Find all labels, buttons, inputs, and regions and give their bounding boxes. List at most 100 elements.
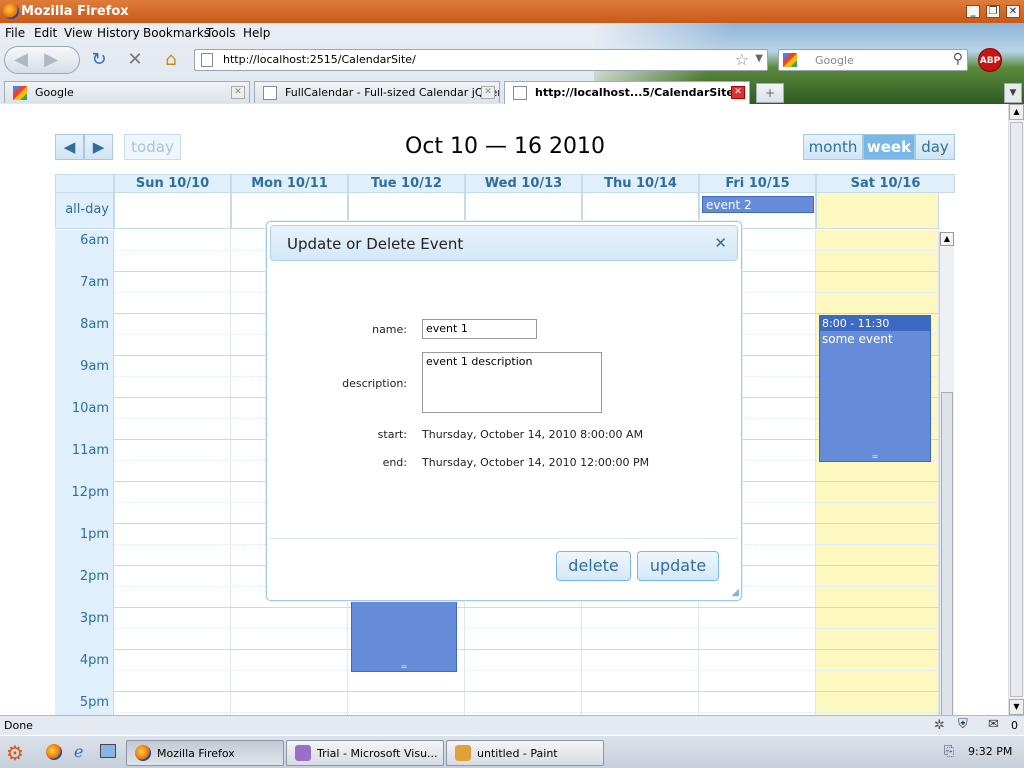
all-day-event[interactable]: event 2 <box>702 196 814 213</box>
maximize-button[interactable]: ❐ <box>986 5 1000 18</box>
resize-handle[interactable]: = <box>820 452 930 461</box>
adblock-icon[interactable]: ABP <box>978 48 1002 72</box>
task-firefox[interactable]: Mozilla Firefox <box>126 740 284 766</box>
forward-arrow-icon[interactable]: ▶ <box>40 49 62 71</box>
menu-history[interactable]: History <box>97 26 140 40</box>
back-arrow-icon[interactable]: ◀ <box>10 49 32 71</box>
page-icon <box>513 86 527 100</box>
description-field[interactable]: event 1 description <box>422 352 602 413</box>
time-slot-row <box>114 650 939 671</box>
all-day-cell-today[interactable] <box>816 193 939 229</box>
google-icon <box>13 86 27 100</box>
home-icon[interactable]: ⌂ <box>160 49 182 71</box>
scroll-up-icon[interactable]: ▲ <box>1009 104 1024 120</box>
prev-week-button[interactable]: ◀ <box>55 134 84 160</box>
menu-tools[interactable]: Tools <box>206 26 236 40</box>
url-text[interactable]: http://localhost:2515/CalendarSite/ <box>223 53 416 66</box>
search-input[interactable]: Google <box>815 54 854 67</box>
scroll-thumb[interactable] <box>941 392 953 715</box>
chevron-left-icon: ◀ <box>63 138 76 156</box>
tab-calendarsite[interactable]: http://localhost...5/CalendarSite/ ✕ <box>504 81 750 104</box>
chevron-down-icon[interactable]: ▼ <box>755 53 763 64</box>
grid-scrollbar[interactable]: ▲ <box>939 232 954 715</box>
search-bar[interactable]: Google ⚲ <box>778 49 968 71</box>
page-icon <box>263 86 277 100</box>
corner-header <box>55 174 114 193</box>
tab-fullcalendar[interactable]: FullCalendar - Full-sized Calendar jQuer… <box>254 81 500 103</box>
reload-icon[interactable]: ↻ <box>88 49 110 71</box>
day-header: Mon 10/11 <box>231 174 348 193</box>
task-visual-studio[interactable]: Trial - Microsoft Visu... <box>286 740 444 766</box>
event-tuesday[interactable]: = <box>351 598 457 672</box>
time-slot-row <box>114 608 939 629</box>
menu-edit[interactable]: Edit <box>34 26 57 40</box>
scroll-down-icon[interactable]: ▼ <box>1009 699 1024 715</box>
window-title: Mozilla Firefox <box>21 4 129 19</box>
menu-file[interactable]: File <box>5 26 25 40</box>
tab-google[interactable]: Google ✕ <box>4 81 250 103</box>
page-scrollbar[interactable]: ▲ ▼ <box>1008 104 1024 715</box>
task-label: Mozilla Firefox <box>157 747 235 760</box>
view-month-button[interactable]: month <box>803 134 863 160</box>
close-window-button[interactable]: ✕ <box>1006 5 1020 18</box>
shield-icon[interactable]: ⛨ <box>958 717 968 732</box>
chevron-right-icon: ▶ <box>92 138 105 156</box>
menu-view[interactable]: View <box>64 26 92 40</box>
resize-grip-icon[interactable]: ◢ <box>731 587 739 598</box>
start-value: Thursday, October 14, 2010 8:00:00 AM <box>422 428 644 441</box>
event-title: some event <box>822 332 893 346</box>
star-bookmark-icon[interactable]: ☆ <box>735 50 749 69</box>
scroll-up-icon[interactable]: ▲ <box>940 232 954 246</box>
tab-list-button[interactable]: ▼ <box>1004 83 1022 103</box>
mail-count: 0 <box>1011 719 1018 732</box>
ubuntu-menu-icon[interactable]: ⚙ <box>6 741 24 765</box>
event-some-event[interactable]: 8:00 - 11:30 some event = <box>819 315 931 462</box>
name-field[interactable]: event 1 <box>422 319 537 339</box>
desktop-launcher-icon[interactable] <box>100 744 116 758</box>
scroll-thumb[interactable] <box>1010 122 1023 697</box>
close-tab-icon[interactable]: ✕ <box>231 86 245 99</box>
close-icon[interactable]: ✕ <box>714 234 727 252</box>
minimize-button[interactable]: _ <box>966 5 980 18</box>
close-tab-icon[interactable]: ✕ <box>481 86 495 99</box>
update-button[interactable]: update <box>637 551 719 581</box>
end-label: end: <box>382 456 407 469</box>
resize-handle[interactable]: = <box>352 662 456 671</box>
close-tab-icon[interactable]: ✕ <box>731 86 745 99</box>
dialog-header: Update or Delete Event ✕ <box>270 225 738 261</box>
task-paint[interactable]: untitled - Paint <box>446 740 604 766</box>
mail-icon[interactable]: ✉ <box>988 717 999 732</box>
network-icon[interactable]: ⎘ <box>944 744 954 759</box>
firefox-icon <box>3 3 19 19</box>
name-label: name: <box>372 323 407 336</box>
ie-launcher-icon[interactable]: ℯ <box>74 742 83 761</box>
all-day-label: all-day <box>55 193 114 229</box>
menu-help[interactable]: Help <box>243 26 270 40</box>
dialog-title: Update or Delete Event <box>287 235 464 253</box>
menu-bookmarks[interactable]: Bookmarks <box>143 26 210 40</box>
delete-button[interactable]: delete <box>556 551 631 581</box>
firefox-launcher-icon[interactable] <box>46 744 62 760</box>
day-header: Wed 10/13 <box>465 174 582 193</box>
all-day-cell[interactable] <box>114 193 231 229</box>
status-bar: Done ✲ ⛨ ✉ 0 <box>0 715 1024 735</box>
calendar-title: Oct 10 — 16 2010 <box>405 134 605 159</box>
stop-icon[interactable]: ✕ <box>124 49 146 71</box>
day-header: Fri 10/15 <box>699 174 816 193</box>
today-button[interactable]: today <box>124 134 181 160</box>
new-tab-button[interactable]: + <box>756 83 784 103</box>
url-bar[interactable]: http://localhost:2515/CalendarSite/ ☆ ▼ <box>194 49 768 71</box>
settings-gear-icon[interactable]: ✲ <box>934 718 945 733</box>
time-slot-row <box>114 629 939 650</box>
search-icon[interactable]: ⚲ <box>953 51 963 67</box>
view-week-button[interactable]: week <box>863 134 915 160</box>
view-day-button[interactable]: day <box>915 134 955 160</box>
start-label: start: <box>377 428 407 441</box>
day-header: Sun 10/10 <box>114 174 231 193</box>
task-label: Trial - Microsoft Visu... <box>317 747 438 760</box>
page-icon <box>201 53 213 67</box>
next-week-button[interactable]: ▶ <box>84 134 113 160</box>
google-icon[interactable] <box>783 53 797 67</box>
time-slot-row <box>114 692 939 713</box>
day-header: Thu 10/14 <box>582 174 699 193</box>
